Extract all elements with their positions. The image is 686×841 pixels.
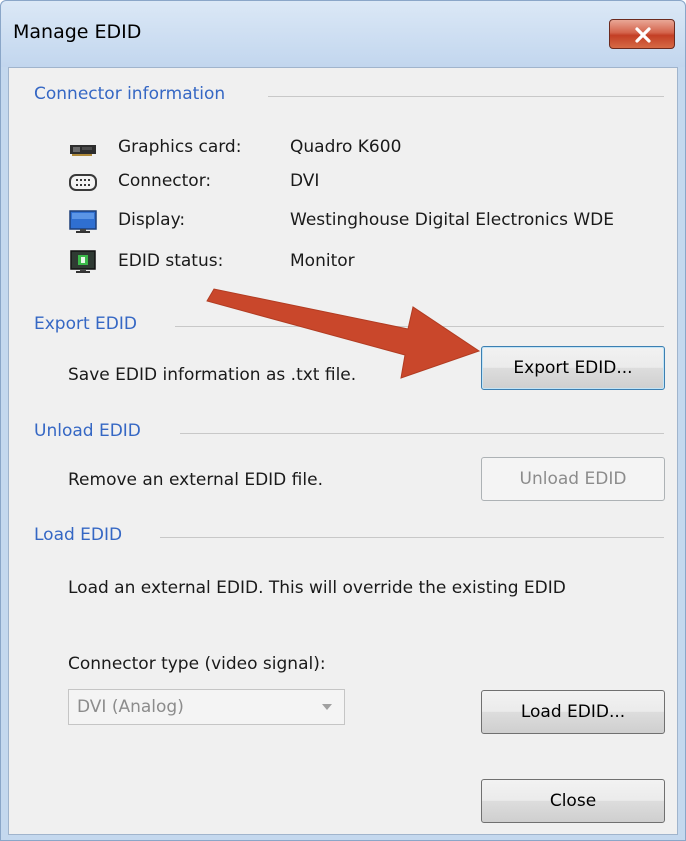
unload-description: Remove an external EDID file. (68, 470, 323, 490)
unload-heading: Unload EDID (34, 421, 151, 441)
display-value: Westinghouse Digital Electronics WDE (290, 210, 614, 230)
connector-value: DVI (290, 171, 320, 191)
connector-type-value: DVI (Analog) (77, 697, 184, 717)
chevron-down-icon (322, 704, 332, 710)
display-icon (69, 210, 97, 233)
graphics-card-label: Graphics card: (118, 137, 242, 157)
export-edid-button[interactable]: Export EDID... (481, 346, 665, 390)
display-label: Display: (118, 210, 186, 230)
window-title: Manage EDID (13, 21, 142, 43)
export-heading: Export EDID (34, 314, 147, 334)
title-bar[interactable]: Manage EDID (1, 1, 685, 67)
graphics-card-icon (70, 145, 96, 156)
connector-info-divider (268, 96, 664, 97)
graphics-card-value: Quadro K600 (290, 137, 402, 157)
connector-type-label: Connector type (video signal): (68, 654, 326, 674)
edid-status-icon (70, 250, 96, 273)
connector-info-heading: Connector information (34, 84, 236, 104)
window-close-button[interactable] (609, 19, 675, 49)
close-icon (635, 27, 651, 43)
edid-status-value: Monitor (290, 251, 355, 271)
close-button[interactable]: Close (481, 779, 665, 823)
connector-icon (69, 174, 97, 191)
load-heading: Load EDID (34, 525, 133, 545)
connector-label: Connector: (118, 171, 212, 191)
edid-status-label: EDID status: (118, 251, 224, 271)
load-edid-button[interactable]: Load EDID... (481, 690, 665, 734)
unload-edid-button[interactable]: Unload EDID (481, 457, 665, 501)
connector-type-select[interactable]: DVI (Analog) (68, 689, 345, 725)
export-divider (175, 326, 664, 327)
load-divider (160, 537, 664, 538)
unload-divider (180, 433, 664, 434)
load-description: Load an external EDID. This will overrid… (68, 578, 566, 598)
export-description: Save EDID information as .txt file. (68, 365, 357, 385)
